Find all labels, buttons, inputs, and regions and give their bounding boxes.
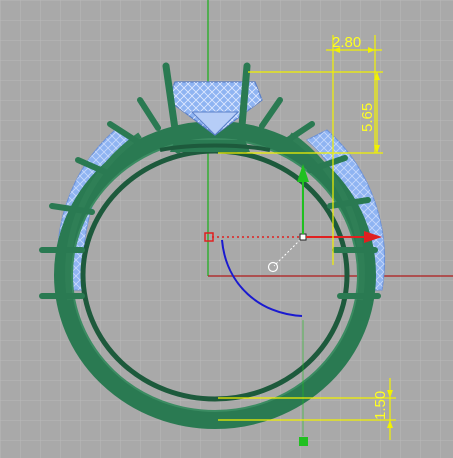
dimension-height[interactable]: 5.65 bbox=[359, 103, 376, 132]
viewport-canvas[interactable]: 2.80 5.65 1.50 bbox=[0, 0, 453, 458]
dimension-bottom-thickness[interactable]: 1.50 bbox=[372, 391, 389, 420]
gumball-y-scale-box[interactable] bbox=[299, 437, 308, 446]
3d-viewport[interactable]: 2.80 5.65 1.50 bbox=[0, 0, 453, 458]
dimension-top-width[interactable]: 2.80 bbox=[332, 34, 361, 51]
gumball-center[interactable] bbox=[299, 233, 307, 241]
